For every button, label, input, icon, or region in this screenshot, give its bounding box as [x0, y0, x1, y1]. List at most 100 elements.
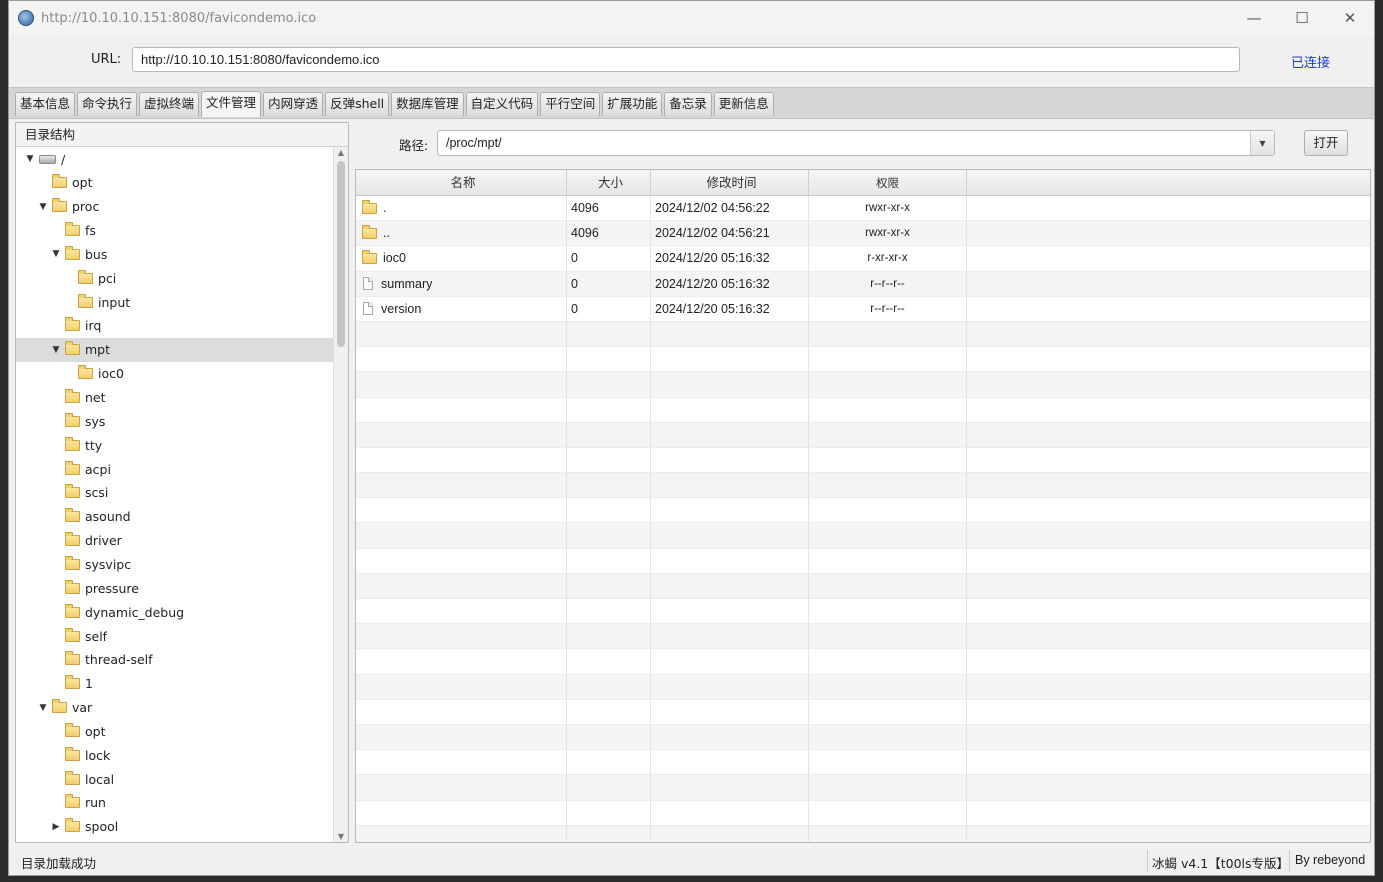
- tree-node[interactable]: run: [16, 791, 334, 815]
- tree-node[interactable]: local: [16, 767, 334, 791]
- tree-node[interactable]: ▼ mpt: [16, 337, 334, 362]
- tab-7[interactable]: 自定义代码: [465, 92, 539, 116]
- close-button[interactable]: ✕: [1326, 1, 1374, 35]
- column-header-name[interactable]: 名称: [356, 170, 567, 196]
- folder-icon: [65, 508, 80, 523]
- tab-10[interactable]: 备忘录: [664, 92, 712, 116]
- tree-node-label: pci: [98, 270, 117, 286]
- tree-node[interactable]: thread-self: [16, 648, 334, 672]
- tab-5[interactable]: 反弹shell: [325, 92, 390, 116]
- tree-node[interactable]: pci: [16, 266, 334, 290]
- tree-node[interactable]: pressure: [16, 576, 334, 600]
- tree-node[interactable]: ▼ var: [16, 696, 334, 720]
- cell-filler: [967, 196, 1370, 220]
- tree-scrollbar[interactable]: ▲ ▼: [333, 147, 348, 842]
- directory-tree-panel: 目录结构 ▼ / opt ▼ proc fs ▼ bus pci input irq ▼ mpt ioc0…: [15, 122, 349, 843]
- cell-size: [567, 750, 651, 775]
- table-row[interactable]: summary 0 2024/12/20 05:16:32 r--r--r--: [356, 271, 1370, 297]
- open-button[interactable]: 打开: [1304, 130, 1348, 156]
- tree-node[interactable]: irq: [16, 314, 334, 338]
- empty-table-row: [356, 800, 1370, 826]
- tree-node[interactable]: ▶ spool: [16, 815, 334, 839]
- table-row[interactable]: .. 4096 2024/12/02 04:56:21 rwxr-xr-x: [356, 221, 1370, 247]
- cell-filler: [967, 448, 1370, 472]
- path-input[interactable]: /proc/mpt/: [446, 136, 502, 150]
- empty-table-row: [356, 372, 1370, 398]
- tree-node[interactable]: opt: [16, 719, 334, 743]
- folder-icon: [65, 222, 80, 237]
- scroll-down-icon[interactable]: ▼: [334, 832, 348, 841]
- tree-node[interactable]: sys: [16, 409, 334, 433]
- tree-node[interactable]: tty: [16, 433, 334, 457]
- tree-node[interactable]: acpi: [16, 457, 334, 481]
- cell-name: [356, 699, 567, 724]
- minimize-button[interactable]: —: [1230, 1, 1278, 35]
- scrollbar-thumb[interactable]: [337, 161, 345, 347]
- dropdown-arrow-icon[interactable]: ▼: [1250, 131, 1274, 155]
- tab-11[interactable]: 更新信息: [713, 92, 774, 116]
- cell-filler: [967, 398, 1370, 422]
- tree-node[interactable]: input: [16, 290, 334, 314]
- column-header-permissions[interactable]: 权限: [809, 170, 967, 196]
- table-row[interactable]: ioc0 0 2024/12/20 05:16:32 r-xr-xr-x: [356, 246, 1370, 272]
- table-row[interactable]: . 4096 2024/12/02 04:56:22 rwxr-xr-x: [356, 196, 1370, 222]
- cell-size: 0: [567, 246, 651, 271]
- tab-1[interactable]: 命令执行: [77, 92, 138, 116]
- tab-2[interactable]: 虚拟终端: [139, 92, 200, 116]
- cell-size: [567, 498, 651, 523]
- tab-0[interactable]: 基本信息: [15, 92, 76, 116]
- path-combobox[interactable]: /proc/mpt/ ▼: [437, 130, 1275, 156]
- tree-node[interactable]: asound: [16, 505, 334, 529]
- cell-filler: [967, 523, 1370, 547]
- tree-node[interactable]: fs: [16, 219, 334, 243]
- tab-8[interactable]: 平行空间: [540, 92, 601, 116]
- cell-size: [567, 599, 651, 624]
- tree-node[interactable]: 1: [16, 672, 334, 696]
- tree-node[interactable]: sysvipc: [16, 552, 334, 576]
- cell-name: [356, 775, 567, 800]
- cell-modified: [651, 825, 809, 842]
- expand-arrow-icon[interactable]: ▼: [37, 703, 49, 713]
- folder-icon: [65, 317, 80, 332]
- tree-node[interactable]: ▼ bus: [16, 242, 334, 266]
- tree-node[interactable]: lock: [16, 743, 334, 767]
- cell-filler: [967, 498, 1370, 522]
- cell-filler: [967, 272, 1370, 296]
- maximize-button[interactable]: ☐: [1278, 1, 1326, 35]
- expand-arrow-icon[interactable]: ▼: [50, 345, 62, 355]
- tree-node[interactable]: ▼ proc: [16, 195, 334, 219]
- tree-node-label: self: [85, 628, 108, 644]
- tab-6[interactable]: 数据库管理: [391, 92, 464, 116]
- folder-icon: [65, 818, 80, 833]
- author-label: By rebeyond: [1295, 853, 1366, 867]
- tab-9[interactable]: 扩展功能: [602, 92, 663, 116]
- tree-node[interactable]: self: [16, 624, 334, 648]
- collapse-arrow-icon[interactable]: ▶: [50, 822, 62, 832]
- cell-modified: 2024/12/20 05:16:32: [651, 271, 809, 296]
- tree-node[interactable]: ▼ /: [16, 147, 334, 171]
- file-name: ioc0: [383, 251, 406, 266]
- tree-node[interactable]: scsi: [16, 481, 334, 505]
- tree-node[interactable]: ioc0: [16, 362, 334, 386]
- cell-perm: [809, 624, 967, 649]
- tab-4[interactable]: 内网穿透: [263, 92, 324, 116]
- tab-3[interactable]: 文件管理: [201, 91, 262, 117]
- cell-name: [356, 347, 567, 372]
- expand-arrow-icon[interactable]: ▼: [24, 154, 36, 164]
- expand-arrow-icon[interactable]: ▼: [50, 249, 62, 259]
- cell-name: [356, 447, 567, 473]
- tree-node[interactable]: opt: [16, 171, 334, 195]
- url-input[interactable]: http://10.10.10.151:8080/favicondemo.ico: [132, 47, 1240, 72]
- tree-node[interactable]: dynamic_debug: [16, 600, 334, 624]
- cell-modified: [651, 397, 809, 422]
- tree-node[interactable]: driver: [16, 529, 334, 553]
- cell-name: [356, 422, 567, 447]
- column-header-size[interactable]: 大小: [567, 170, 651, 196]
- expand-arrow-icon[interactable]: ▼: [37, 202, 49, 212]
- tab-list: 基本信息 命令执行 虚拟终端 文件管理 内网穿透 反弹shell 数据库管理 自定义代码 平行空…: [15, 91, 774, 117]
- table-row[interactable]: version 0 2024/12/20 05:16:32 r--r--r--: [356, 296, 1370, 322]
- tree-node[interactable]: net: [16, 386, 334, 410]
- column-header-modified[interactable]: 修改时间: [651, 170, 809, 196]
- scroll-up-icon[interactable]: ▲: [334, 148, 348, 157]
- empty-table-row: [356, 573, 1370, 599]
